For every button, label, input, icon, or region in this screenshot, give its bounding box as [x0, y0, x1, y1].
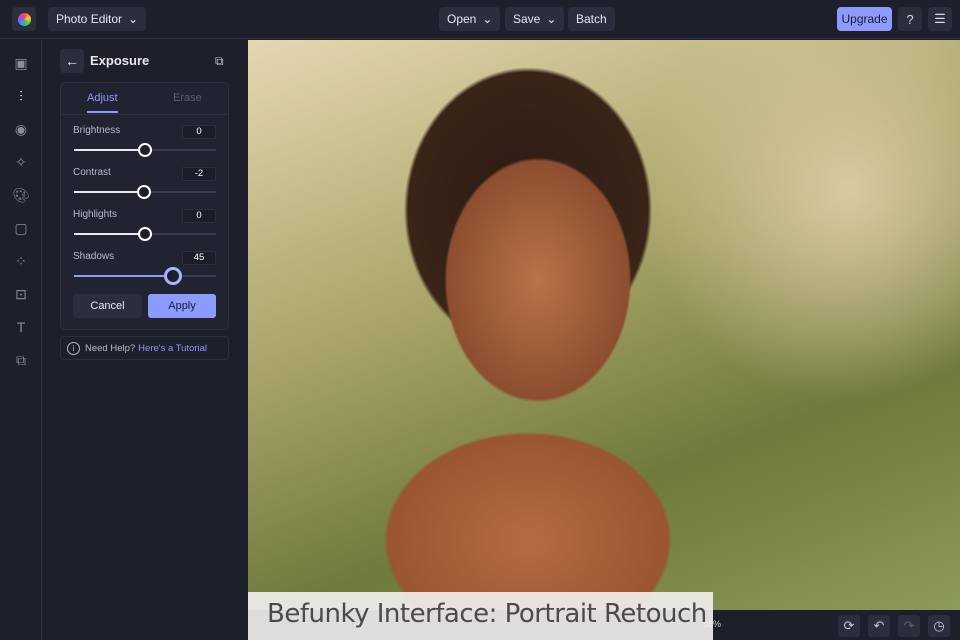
open-label: Open	[447, 12, 477, 26]
help-text: Need Help?	[85, 342, 136, 354]
save-button[interactable]: Save ⌄	[505, 7, 565, 31]
slider-value-input[interactable]: -2	[182, 167, 216, 181]
slider-fill	[74, 191, 144, 193]
slider-value-input[interactable]: 0	[182, 125, 216, 139]
apply-button[interactable]: Apply	[148, 294, 216, 318]
divider	[61, 114, 228, 115]
redo-icon[interactable]: ↷	[898, 615, 920, 637]
open-button[interactable]: Open ⌄	[439, 7, 501, 31]
photo-editor-label: Photo Editor	[56, 12, 123, 26]
graphics-shapes-icon[interactable]: ⁘	[12, 252, 30, 270]
layers-icon[interactable]: ⧉	[12, 351, 30, 369]
slider-fill	[74, 233, 145, 235]
frame-icon[interactable]: ▢	[12, 219, 30, 237]
photo-canvas[interactable]	[248, 40, 960, 610]
slider-track[interactable]	[74, 185, 216, 199]
tool-rail: ▣ ⫶ ◉ ✧ 🎨︎ ▢ ⁘ ⊡ T ⧉	[0, 40, 42, 640]
textures-icon[interactable]: ⊡	[12, 285, 30, 303]
slider-thumb[interactable]	[164, 267, 183, 285]
photo-editor-menu[interactable]: Photo Editor ⌄	[48, 7, 147, 31]
slider-thumb[interactable]	[138, 143, 152, 157]
history-icon[interactable]: ◷	[928, 615, 950, 637]
panel-title: Exposure	[90, 53, 150, 68]
cancel-button[interactable]: Cancel	[73, 294, 142, 318]
top-bar: Photo Editor ⌄ Open ⌄ Save ⌄ Batch Upgrade …	[0, 0, 960, 39]
slider-label: Highlights	[73, 209, 117, 220]
chevron-down-icon: ⌄	[128, 12, 139, 26]
chevron-down-icon: ⌄	[546, 12, 557, 26]
slider-value-input[interactable]: 0	[182, 209, 216, 223]
active-tab-indicator	[87, 111, 118, 113]
slider-fill	[74, 275, 174, 277]
slider-label: Shadows	[73, 251, 115, 262]
back-arrow-icon[interactable]: ←	[60, 49, 84, 73]
upgrade-button[interactable]: Upgrade	[837, 7, 892, 31]
menu-icon[interactable]: ☰	[928, 7, 952, 31]
tutorial-link[interactable]: Here's a Tutorial	[138, 343, 207, 354]
tab-erase[interactable]: Erase	[173, 92, 202, 104]
slider-value-input[interactable]: 45	[182, 251, 216, 265]
befunky-logo[interactable]	[12, 7, 36, 31]
slider-label: Brightness	[73, 125, 121, 136]
slider-thumb[interactable]	[136, 185, 151, 199]
adjust-sliders-icon[interactable]: ⫶	[12, 87, 30, 105]
undo-icon[interactable]: ↶	[868, 615, 890, 637]
palette-icon[interactable]: 🎨︎	[12, 186, 30, 204]
adjust-card: Adjust Erase Brightness 0 Contrast -2 Hi…	[60, 82, 229, 330]
eye-icon[interactable]: ◉	[12, 120, 30, 138]
effects-sparkle-icon[interactable]: ✧	[12, 153, 30, 171]
refresh-icon[interactable]: ⟳	[838, 615, 860, 637]
slider-track[interactable]	[74, 227, 216, 241]
batch-button[interactable]: Batch	[568, 7, 615, 31]
save-label: Save	[513, 12, 541, 26]
batch-label: Batch	[576, 12, 607, 26]
help-icon[interactable]: ?	[898, 7, 922, 31]
exposure-panel: ← Exposure ⧉ Adjust Erase Brightness 0 C…	[42, 40, 248, 640]
copy-layers-icon[interactable]: ⧉	[215, 54, 224, 69]
info-icon: i	[67, 341, 80, 355]
tab-adjust[interactable]: Adjust	[87, 92, 118, 104]
chevron-down-icon: ⌄	[482, 12, 493, 26]
slider-track[interactable]	[74, 267, 216, 285]
slider-label: Contrast	[73, 167, 111, 178]
slider-track[interactable]	[74, 143, 216, 157]
slider-thumb[interactable]	[138, 227, 152, 241]
caption-overlay: Befunky Interface: Portrait Retouch	[248, 592, 713, 640]
help-tutorial: i Need Help? Here's a Tutorial	[60, 336, 229, 360]
slider-fill	[74, 149, 145, 151]
text-icon[interactable]: T	[12, 318, 30, 336]
image-icon[interactable]: ▣	[12, 54, 30, 72]
